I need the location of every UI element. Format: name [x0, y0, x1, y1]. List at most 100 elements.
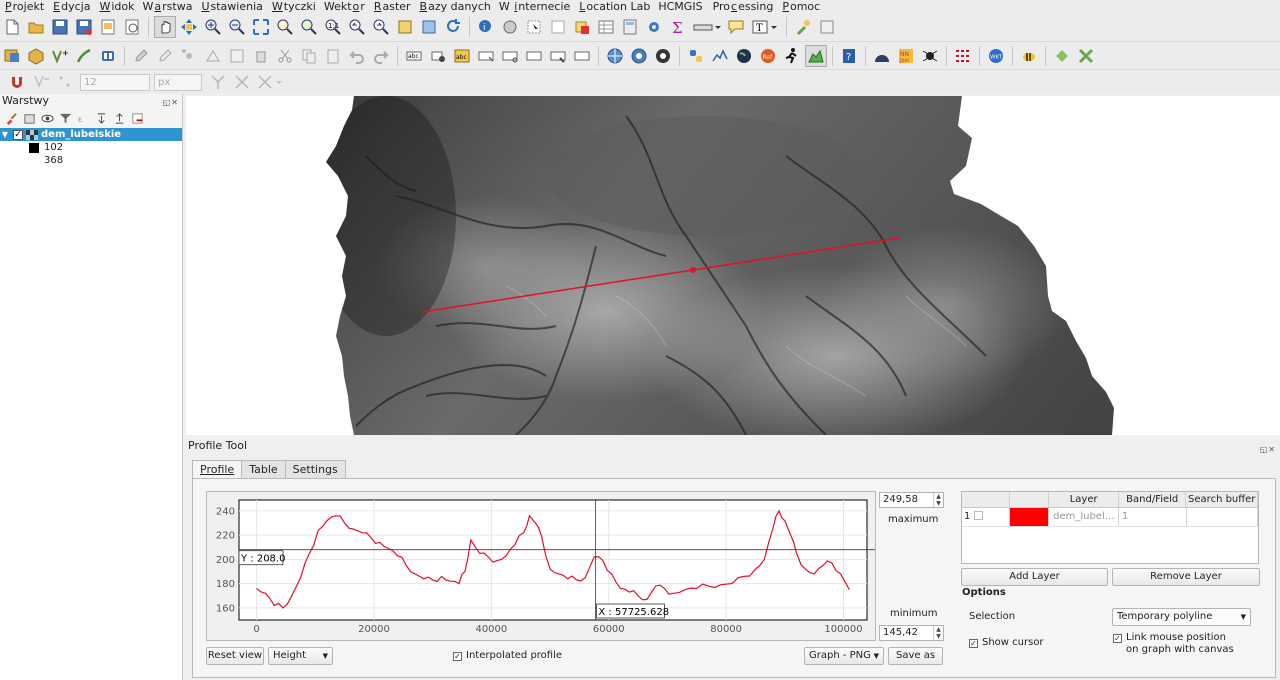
add-group-icon[interactable] [21, 110, 37, 126]
measure-icon[interactable] [691, 16, 723, 38]
label-move-icon[interactable] [475, 45, 497, 67]
add-raster-icon[interactable] [73, 45, 95, 67]
menu-item[interactable]: HCMGIS [655, 0, 708, 13]
grid-dots-icon[interactable] [952, 45, 974, 67]
label-pin-alt-icon[interactable] [571, 45, 593, 67]
add-database-icon[interactable] [97, 45, 119, 67]
menu-item[interactable]: Bazy danych [416, 0, 495, 13]
layer-style-brush-icon[interactable] [3, 110, 19, 126]
row-color-swatch[interactable] [1009, 508, 1050, 526]
max-value-spinbox[interactable]: 249,58 ▲ ▼ [879, 492, 944, 508]
new-geopackage-icon[interactable] [25, 45, 47, 67]
menu-item[interactable]: Widok [95, 0, 138, 13]
menu-item[interactable]: Warstwa [140, 0, 197, 13]
copy-icon[interactable] [298, 45, 320, 67]
ref-plugin-icon[interactable]: Ref [757, 45, 779, 67]
profile-tool-icon[interactable] [805, 44, 827, 67]
collapse-all-icon[interactable] [111, 110, 127, 126]
menu-item[interactable]: Location Lab [575, 0, 654, 13]
select-expression-icon[interactable] [547, 16, 569, 38]
split-feature-icon[interactable] [207, 71, 229, 93]
manage-visibility-eye-icon[interactable] [39, 110, 55, 126]
wms-globe-icon[interactable] [604, 45, 626, 67]
save-as-button[interactable]: Save as [888, 647, 943, 665]
zoom-native-icon[interactable]: 1:1 [322, 16, 344, 38]
layer-row-dem[interactable]: ▼ ✓ dem_lubelskie [0, 128, 182, 141]
add-layer-button[interactable]: Add Layer [961, 568, 1108, 586]
toolbox-gear-icon[interactable] [643, 16, 665, 38]
reset-view-button[interactable]: Reset view [206, 647, 264, 665]
menu-item[interactable]: Pomoc [778, 0, 824, 13]
refresh-icon[interactable] [442, 16, 464, 38]
panel-float-close-icon[interactable]: ◱✕ [163, 96, 179, 110]
menu-item[interactable]: Raster [370, 0, 415, 13]
edit-attributes-icon[interactable] [226, 45, 248, 67]
edit-pencil-icon[interactable] [130, 45, 152, 67]
dome-icon[interactable] [871, 45, 893, 67]
new-bookmark-icon[interactable] [394, 16, 416, 38]
wkt-icon[interactable]: WKT [985, 45, 1007, 67]
show-cursor-checkbox[interactable]: ✓ Show cursor [969, 637, 1044, 648]
menu-item[interactable]: W internecie [496, 0, 574, 13]
spider-icon[interactable] [919, 45, 941, 67]
profile-plot-area[interactable]: 0 20000 40000 60000 80000 100000 160 180 200 220 2… [206, 491, 876, 641]
row-checkbox[interactable] [974, 511, 984, 520]
export-format-select[interactable]: Graph - PNG ▼ [804, 647, 884, 665]
tab-table[interactable]: Table [241, 460, 286, 478]
label-rotate-icon[interactable] [499, 45, 521, 67]
identify-icon[interactable]: i [475, 16, 497, 38]
advanced-digitize-icon[interactable] [30, 71, 52, 93]
link-mouse-checkbox[interactable]: ✓ Link mouse position on graph with canva… [1113, 632, 1234, 656]
cross-tool-icon[interactable] [231, 71, 253, 93]
size-input[interactable]: 12 [80, 73, 150, 91]
help-icon[interactable]: ? [838, 45, 860, 67]
menu-item[interactable]: Projekt [0, 0, 48, 13]
checkbox-checked-icon[interactable]: ✓ [453, 652, 462, 661]
pan-to-selection-icon[interactable] [178, 16, 200, 38]
selection-select[interactable]: Temporary polyline ▼ [1112, 608, 1251, 626]
bee-icon[interactable] [1018, 45, 1040, 67]
cut-icon[interactable] [274, 45, 296, 67]
paste-icon[interactable] [322, 45, 344, 67]
select-features-icon[interactable] [523, 16, 545, 38]
filter-expression-icon[interactable]: ε [75, 110, 91, 126]
new-project-icon[interactable] [1, 16, 23, 38]
interpolated-profile-checkbox[interactable]: ✓ Interpolated profile [453, 650, 562, 661]
label-highlight-icon[interactable]: abc [451, 45, 473, 67]
zoom-last-icon[interactable] [346, 16, 368, 38]
save-as-icon[interactable] [73, 16, 95, 38]
spin-arrows-icon[interactable]: ▲ ▼ [933, 493, 943, 507]
map-canvas[interactable] [186, 96, 1280, 435]
wfs-globe-icon[interactable] [628, 45, 650, 67]
attribute-table-icon[interactable] [595, 16, 617, 38]
zoom-full-icon[interactable] [250, 16, 272, 38]
cross-dropdown-icon[interactable] [255, 71, 285, 93]
digitize-dots-icon[interactable] [54, 71, 76, 93]
profile-chart[interactable]: 0 20000 40000 60000 80000 100000 160 180 200 220 2… [207, 492, 875, 640]
openlayers-globe-icon[interactable] [733, 45, 755, 67]
menu-item[interactable]: Wektor [321, 0, 369, 13]
add-vector-icon[interactable] [49, 45, 71, 67]
spin-arrows-icon[interactable]: ▲ ▼ [933, 626, 943, 640]
text-annotation-icon[interactable]: T [749, 16, 781, 38]
remove-layer-button[interactable]: Remove Layer [1112, 568, 1260, 586]
qgis-cloud-icon[interactable] [1051, 45, 1073, 67]
deselect-icon[interactable] [571, 16, 593, 38]
data-source-manager-icon[interactable] [1, 45, 23, 67]
open-project-icon[interactable] [25, 16, 47, 38]
label-change-icon[interactable] [523, 45, 545, 67]
save-project-icon[interactable] [49, 16, 71, 38]
delete-feature-icon[interactable] [250, 45, 272, 67]
min-value-spinbox[interactable]: 145,42 ▲ ▼ [879, 625, 944, 641]
plugin-tool-icon[interactable] [792, 16, 814, 38]
tab-settings[interactable]: Settings [284, 460, 346, 478]
remove-layer-icon[interactable] [129, 110, 145, 126]
statistics-sigma-icon[interactable]: Σ [667, 16, 689, 38]
unit-select[interactable]: px [154, 73, 202, 91]
zoom-out-icon[interactable] [226, 16, 248, 38]
field-calculator-icon[interactable] [619, 16, 641, 38]
identify-settings-icon[interactable] [499, 16, 521, 38]
label-abc-icon[interactable]: abc [403, 45, 425, 67]
show-bookmarks-icon[interactable] [418, 16, 440, 38]
python-console-icon[interactable] [816, 16, 838, 38]
